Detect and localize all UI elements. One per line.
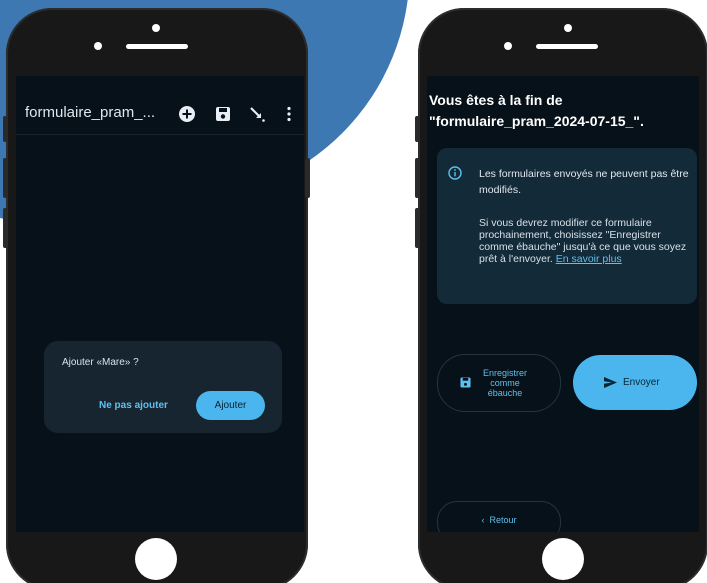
save-draft-label: Enregistrer comme ébauche <box>482 368 527 398</box>
phone-side-button <box>3 158 8 198</box>
save-icon[interactable] <box>214 105 232 123</box>
phone-side-button <box>415 116 420 142</box>
learn-more-link[interactable]: En savoir plus <box>556 253 622 265</box>
end-of-form-title: Vous êtes à la fin de "formulaire_pram_2… <box>429 92 644 129</box>
phone-camera <box>564 24 572 32</box>
back-button[interactable]: ‹ Retour <box>437 501 561 532</box>
marketing-screenshot: formulaire_pram_... Ajouter «Mare» ? Ne … <box>0 0 707 583</box>
more-vertical-icon[interactable] <box>280 105 298 123</box>
phone-side-button <box>3 116 8 142</box>
phone-left: formulaire_pram_... Ajouter «Mare» ? Ne … <box>3 8 310 583</box>
form-title: formulaire_pram_... <box>25 104 156 121</box>
phone-right: Vous êtes à la fin de "formulaire_pram_2… <box>415 8 707 583</box>
phone-side-button <box>415 208 420 248</box>
info-card: Les formulaires envoyés ne peuvent pas ê… <box>437 148 697 304</box>
save-icon <box>460 377 471 388</box>
add-circle-icon[interactable] <box>178 105 196 123</box>
phone-sensor <box>94 42 102 50</box>
info-icon <box>448 166 462 180</box>
home-button <box>135 538 177 580</box>
phone-speaker <box>126 44 188 49</box>
decline-button[interactable]: Ne pas ajouter <box>99 400 168 411</box>
phone-camera <box>152 24 160 32</box>
phone-side-button <box>305 158 310 198</box>
app-toolbar: formulaire_pram_... <box>16 76 304 135</box>
dialog-message: Ajouter «Mare» ? <box>62 357 139 368</box>
info-secondary-text: Si vous devrez modifier ce formulaire pr… <box>479 217 689 265</box>
save-draft-button[interactable]: Enregistrer comme ébauche <box>437 354 561 412</box>
back-label: ‹ Retour <box>438 515 560 525</box>
home-button <box>542 538 584 580</box>
chevron-left-icon: ‹ <box>481 515 485 525</box>
form-screen: formulaire_pram_... Ajouter «Mare» ? Ne … <box>16 76 304 532</box>
phone-speaker <box>536 44 598 49</box>
send-icon <box>604 377 617 388</box>
phone-side-button <box>3 208 8 248</box>
phone-side-button <box>415 158 420 198</box>
send-button[interactable]: Envoyer <box>573 355 697 410</box>
add-repeat-dialog: Ajouter «Mare» ? Ne pas ajouter Ajouter <box>44 341 282 433</box>
form-end-screen: Vous êtes à la fin de "formulaire_pram_2… <box>427 76 699 532</box>
send-label: Envoyer <box>623 377 660 388</box>
back-text: Retour <box>489 515 517 525</box>
info-primary-text: Les formulaires envoyés ne peuvent pas ê… <box>479 168 689 196</box>
confirm-add-button[interactable]: Ajouter <box>196 391 265 420</box>
edit-arrow-icon[interactable] <box>248 105 266 123</box>
phone-sensor <box>504 42 512 50</box>
